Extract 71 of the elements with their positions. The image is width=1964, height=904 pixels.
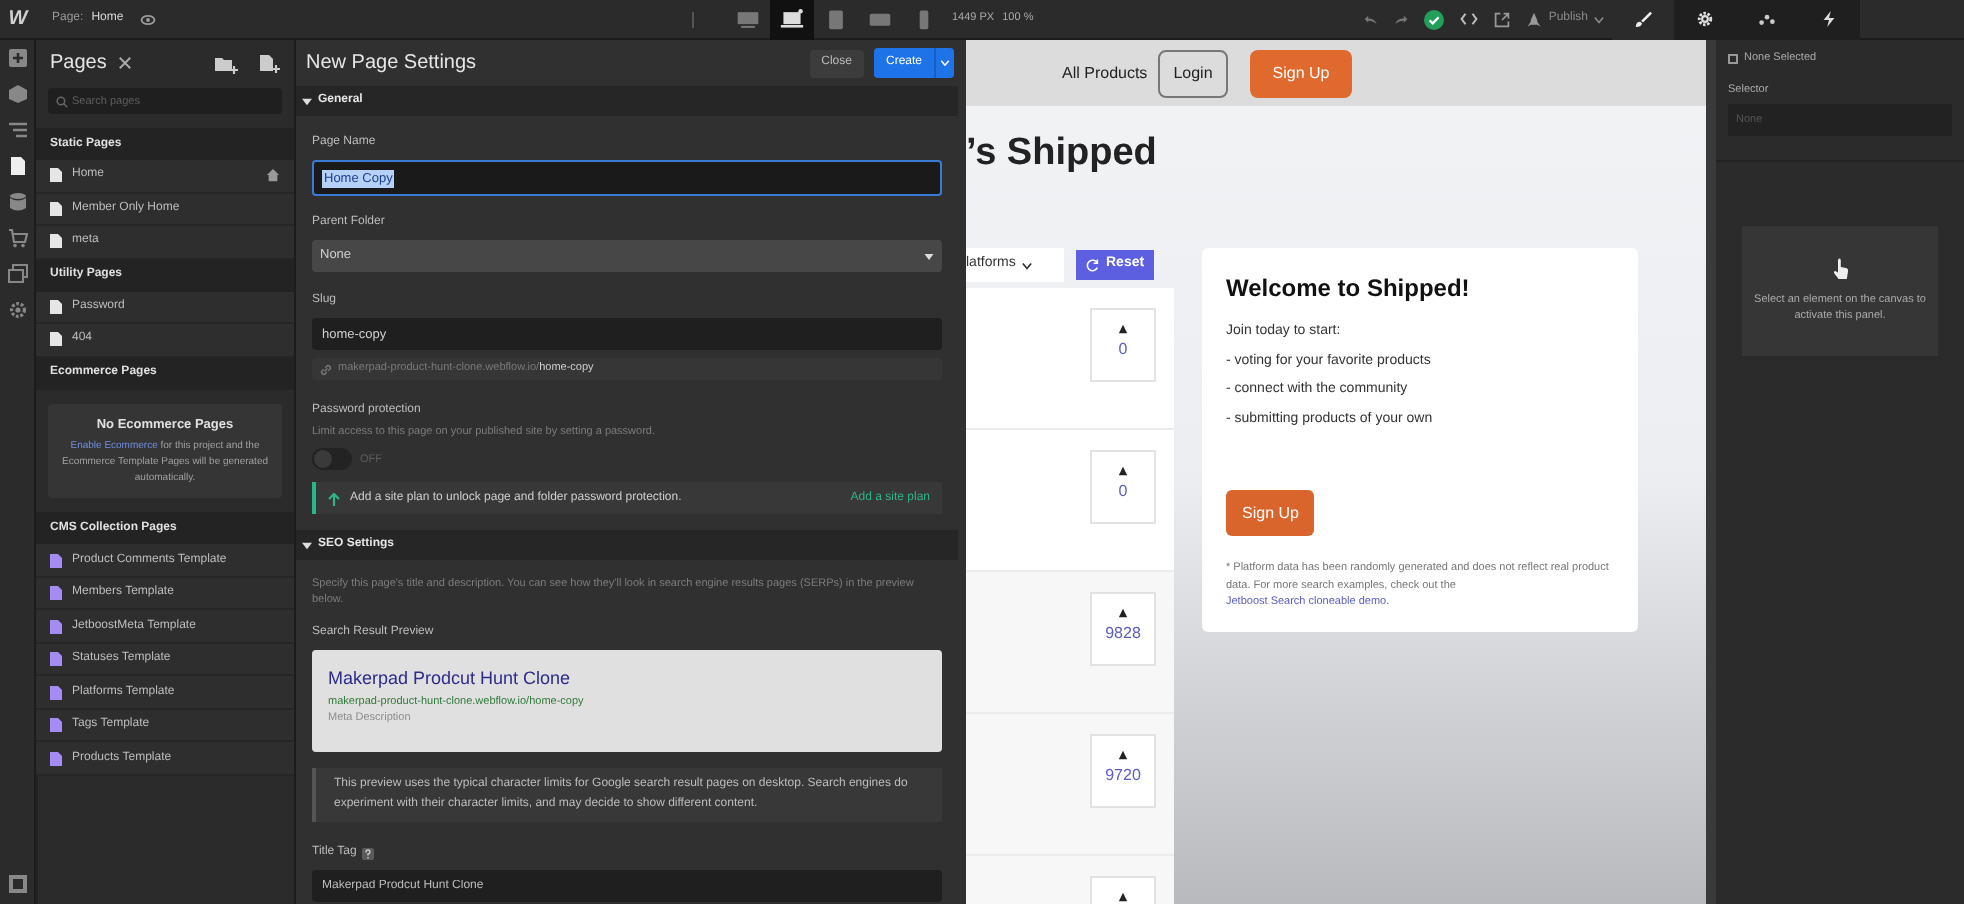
caret-icon	[924, 253, 934, 259]
stop-icon[interactable]	[7, 874, 27, 894]
cart-icon[interactable]	[7, 228, 27, 248]
login-button[interactable]: Login	[1157, 49, 1229, 97]
template-icon	[50, 586, 62, 600]
nav-link[interactable]: All Products	[1062, 61, 1148, 85]
brush-icon	[1634, 10, 1652, 28]
signup-button[interactable]: Sign Up	[1226, 490, 1315, 536]
export-icon[interactable]	[1494, 11, 1511, 27]
template-icon	[50, 685, 62, 699]
page-icon	[50, 234, 62, 249]
code-icon[interactable]	[1460, 12, 1479, 26]
template-icon	[50, 619, 62, 633]
page-icon[interactable]	[7, 156, 27, 176]
page-icon	[50, 332, 62, 347]
template-icon	[50, 553, 62, 567]
help-icon[interactable]	[362, 847, 375, 860]
refresh-icon	[1086, 258, 1100, 272]
page-heading: ’s Shipped	[966, 130, 1159, 178]
password-toggle[interactable]	[312, 448, 352, 471]
preview-title: Makerpad Prodcut Hunt Clone	[328, 666, 573, 693]
template-icon	[50, 751, 62, 765]
template-icon	[50, 718, 62, 732]
undo-icon[interactable]	[1364, 13, 1379, 25]
drops-icon	[1758, 10, 1776, 28]
cube-icon[interactable]	[7, 84, 27, 104]
triangle-icon	[1118, 892, 1128, 902]
upvote-button[interactable]: 9720	[1090, 734, 1156, 808]
search-icon	[56, 95, 68, 107]
page-icon	[50, 299, 62, 314]
laptop-icon	[780, 8, 804, 30]
tablet-icon	[824, 8, 848, 30]
welcome-title: Welcome to Shipped!	[1226, 272, 1472, 306]
template-icon	[50, 652, 62, 666]
database-icon[interactable]	[7, 192, 27, 212]
pointer-hand-icon	[1831, 258, 1849, 281]
triangle-icon	[1118, 608, 1128, 618]
panel-tab[interactable]	[1674, 0, 1736, 39]
eye-icon[interactable]	[139, 11, 156, 27]
add-icon[interactable]	[7, 48, 27, 68]
page-icon	[50, 201, 62, 216]
check-icon[interactable]	[1424, 9, 1445, 29]
landscape-phone-icon	[868, 8, 892, 30]
images-icon[interactable]	[7, 264, 27, 284]
triangle-icon	[1118, 324, 1128, 334]
panel-title: Pages	[50, 50, 107, 78]
webflow-logo[interactable]: W	[0, 4, 36, 34]
bolt-icon	[1820, 10, 1838, 28]
caret-icon	[940, 60, 950, 66]
gear-icon	[1696, 10, 1714, 28]
navigator-icon[interactable]	[7, 120, 27, 140]
panel-title: New Page Settings	[306, 50, 479, 78]
checkbox[interactable]	[1728, 53, 1738, 63]
page-icon	[50, 168, 62, 183]
chevron-icon	[1021, 261, 1032, 269]
upvote-button[interactable]: 0	[1090, 308, 1156, 382]
triangle-icon	[1118, 466, 1128, 476]
triangle-icon	[1118, 750, 1128, 760]
upvote-button[interactable]: 0	[1090, 450, 1156, 524]
caret-icon	[1594, 15, 1604, 23]
link-icon	[320, 363, 332, 375]
arrow-up-icon	[328, 491, 340, 506]
device-tab[interactable]	[770, 0, 814, 39]
add-folder-icon[interactable]	[214, 53, 238, 73]
close-icon[interactable]	[118, 56, 133, 70]
redo-icon[interactable]	[1394, 13, 1409, 25]
upvote-button[interactable]: 9828	[1090, 592, 1156, 666]
create-dropdown[interactable]	[934, 48, 954, 78]
gear-icon[interactable]	[7, 300, 27, 320]
add-page-icon[interactable]	[258, 53, 280, 73]
desktop-icon	[736, 8, 760, 30]
